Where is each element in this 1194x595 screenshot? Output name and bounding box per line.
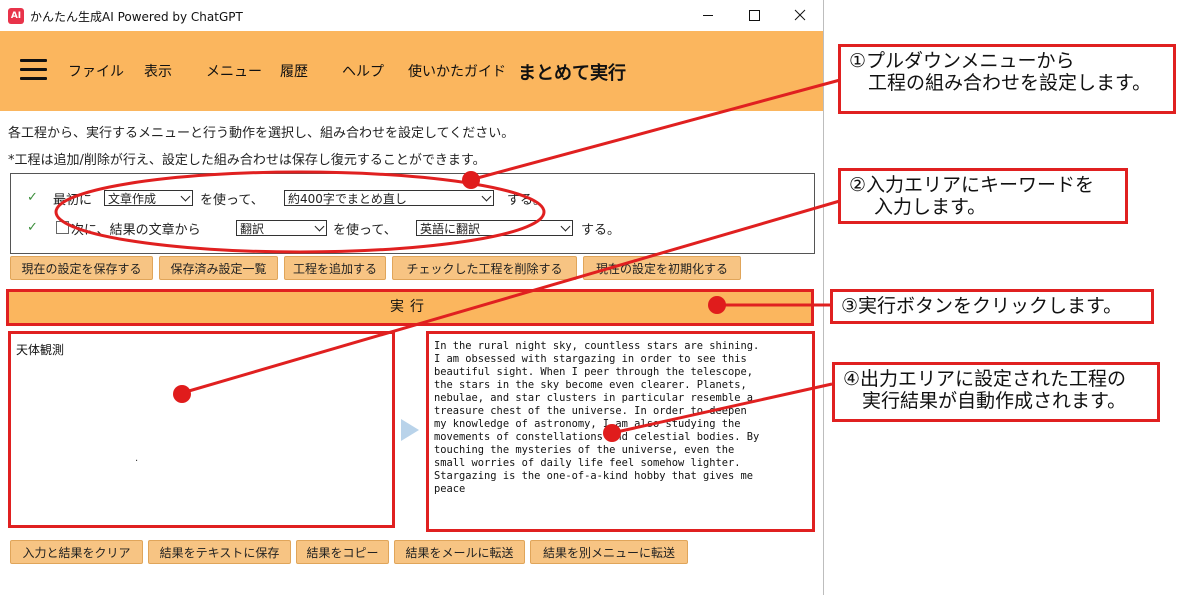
annotation-line-1 bbox=[469, 78, 841, 182]
annotation-dot-2 bbox=[173, 385, 191, 403]
annotation-dot-3 bbox=[708, 296, 726, 314]
annotation-box-run bbox=[6, 289, 814, 326]
callout-3: ③実行ボタンをクリックします。 bbox=[830, 289, 1154, 324]
callout-2: ②入力エリアにキーワードを 入力します。 bbox=[838, 168, 1128, 224]
annotation-dot-4 bbox=[603, 424, 621, 442]
annotation-dot-1 bbox=[462, 171, 480, 189]
callout-4: ④出力エリアに設定された工程の 実行結果が自動作成されます。 bbox=[832, 362, 1160, 422]
callout-1: ①プルダウンメニューから 工程の組み合わせを設定します。 bbox=[838, 44, 1176, 114]
annotation-box-input bbox=[8, 331, 395, 528]
